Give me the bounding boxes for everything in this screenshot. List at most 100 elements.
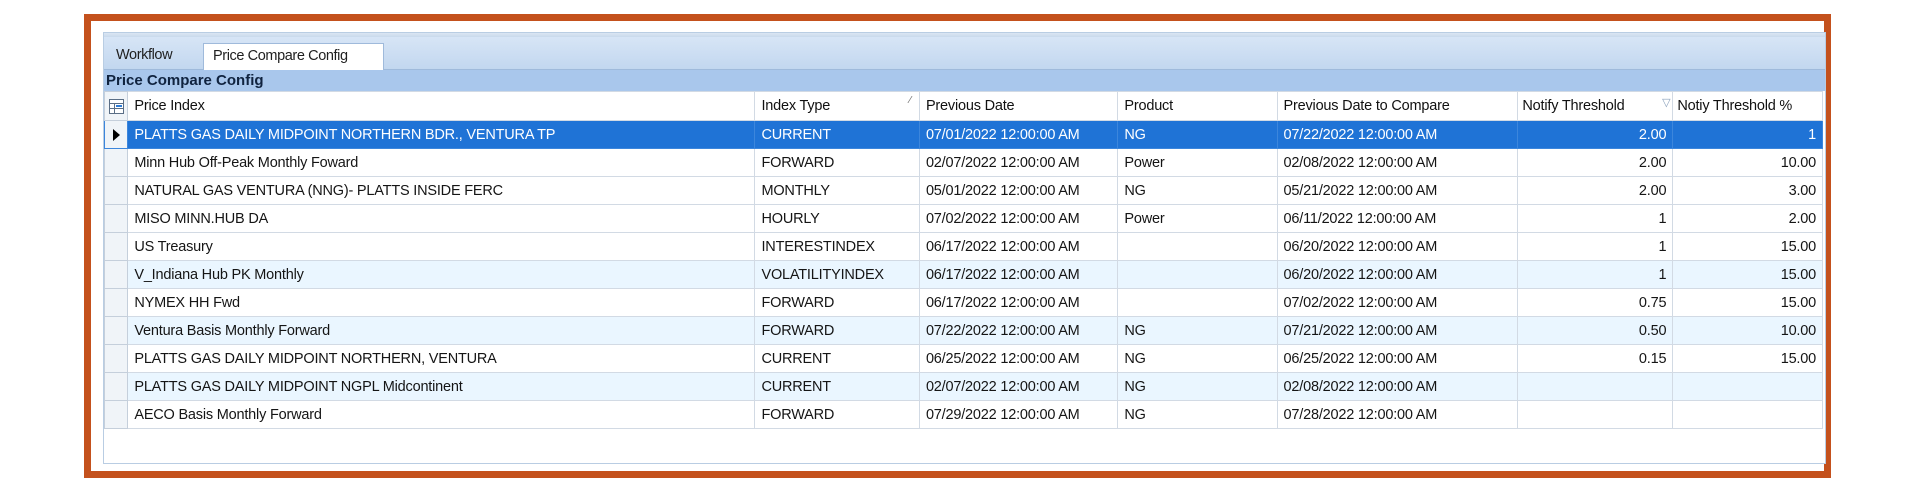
cell-notiy-threshold-pct[interactable]: 1 (1672, 120, 1823, 149)
cell-index-type[interactable]: CURRENT (754, 372, 920, 401)
tab-workflow[interactable]: Workflow (107, 43, 201, 69)
filter-icon[interactable]: ▽ (1662, 96, 1670, 109)
row-indicator[interactable] (103, 316, 129, 345)
cell-notify-threshold[interactable]: 1 (1517, 260, 1674, 289)
table-row[interactable]: MISO MINN.HUB DA HOURLY 07/02/2022 12:00… (103, 204, 1823, 233)
cell-previous-date-to-compare[interactable]: 07/22/2022 12:00:00 AM (1276, 120, 1519, 149)
cell-product[interactable]: NG (1117, 176, 1278, 205)
cell-notiy-threshold-pct[interactable]: 10.00 (1672, 316, 1823, 345)
cell-notify-threshold[interactable]: 0.50 (1517, 316, 1674, 345)
cell-previous-date-to-compare[interactable]: 06/25/2022 12:00:00 AM (1276, 344, 1519, 373)
cell-notiy-threshold-pct[interactable]: 15.00 (1672, 232, 1823, 261)
cell-notiy-threshold-pct[interactable]: 15.00 (1672, 344, 1823, 373)
cell-price-index[interactable]: AECO Basis Monthly Forward (127, 400, 756, 429)
cell-index-type[interactable]: VOLATILITYINDEX (754, 260, 920, 289)
cell-notiy-threshold-pct[interactable] (1672, 400, 1823, 429)
cell-index-type[interactable]: INTERESTINDEX (754, 232, 920, 261)
cell-previous-date-to-compare[interactable]: 06/20/2022 12:00:00 AM (1276, 260, 1519, 289)
table-row[interactable]: NYMEX HH Fwd FORWARD 06/17/2022 12:00:00… (103, 288, 1823, 317)
cell-notify-threshold[interactable]: 2.00 (1517, 148, 1674, 177)
col-notify-threshold[interactable]: Notify Threshold ▽ (1517, 91, 1674, 121)
cell-product[interactable] (1117, 232, 1278, 261)
tab-price-compare-config[interactable]: Price Compare Config (203, 43, 384, 70)
cell-product[interactable]: NG (1117, 120, 1278, 149)
cell-previous-date-to-compare[interactable]: 07/02/2022 12:00:00 AM (1276, 288, 1519, 317)
cell-index-type[interactable]: CURRENT (754, 120, 920, 149)
cell-previous-date[interactable]: 07/02/2022 12:00:00 AM (918, 204, 1119, 233)
cell-price-index[interactable]: PLATTS GAS DAILY MIDPOINT NGPL Midcontin… (127, 372, 756, 401)
row-indicator[interactable] (103, 372, 129, 401)
cell-product[interactable]: NG (1117, 372, 1278, 401)
cell-price-index[interactable]: US Treasury (127, 232, 756, 261)
cell-index-type[interactable]: FORWARD (754, 288, 920, 317)
row-indicator[interactable] (103, 148, 129, 177)
cell-notify-threshold[interactable]: 0.15 (1517, 344, 1674, 373)
cell-notiy-threshold-pct[interactable] (1672, 372, 1823, 401)
row-indicator[interactable] (103, 344, 129, 373)
cell-previous-date[interactable]: 06/17/2022 12:00:00 AM (918, 260, 1119, 289)
row-indicator[interactable] (103, 400, 129, 429)
cell-notify-threshold[interactable]: 1 (1517, 204, 1674, 233)
cell-product[interactable]: NG (1117, 316, 1278, 345)
cell-price-index[interactable]: NYMEX HH Fwd (127, 288, 756, 317)
row-indicator[interactable] (103, 260, 129, 289)
cell-notify-threshold[interactable] (1517, 372, 1674, 401)
cell-notify-threshold[interactable]: 2.00 (1517, 120, 1674, 149)
cell-previous-date-to-compare[interactable]: 07/28/2022 12:00:00 AM (1276, 400, 1519, 429)
cell-notify-threshold[interactable] (1517, 400, 1674, 429)
cell-previous-date-to-compare[interactable]: 07/21/2022 12:00:00 AM (1276, 316, 1519, 345)
cell-product[interactable]: NG (1117, 400, 1278, 429)
cell-previous-date[interactable]: 07/29/2022 12:00:00 AM (918, 400, 1119, 429)
row-indicator[interactable] (103, 288, 129, 317)
cell-index-type[interactable]: HOURLY (754, 204, 920, 233)
cell-index-type[interactable]: FORWARD (754, 316, 920, 345)
cell-notify-threshold[interactable]: 1 (1517, 232, 1674, 261)
cell-notiy-threshold-pct[interactable]: 15.00 (1672, 288, 1823, 317)
cell-previous-date[interactable]: 06/25/2022 12:00:00 AM (918, 344, 1119, 373)
cell-price-index[interactable]: PLATTS GAS DAILY MIDPOINT NORTHERN BDR.,… (127, 120, 756, 149)
cell-previous-date-to-compare[interactable]: 06/11/2022 12:00:00 AM (1276, 204, 1519, 233)
cell-product[interactable]: Power (1117, 204, 1278, 233)
cell-index-type[interactable]: MONTHLY (754, 176, 920, 205)
col-notiy-threshold-pct[interactable]: Notiy Threshold % (1672, 91, 1823, 121)
table-row[interactable]: US Treasury INTERESTINDEX 06/17/2022 12:… (103, 232, 1823, 261)
table-row[interactable]: AECO Basis Monthly Forward FORWARD 07/29… (103, 400, 1823, 429)
row-indicator[interactable] (103, 176, 129, 205)
col-product[interactable]: Product (1117, 91, 1278, 121)
cell-index-type[interactable]: FORWARD (754, 400, 920, 429)
table-row[interactable]: PLATTS GAS DAILY MIDPOINT NORTHERN BDR.,… (103, 120, 1823, 149)
col-price-index[interactable]: Price Index (127, 91, 756, 121)
table-row[interactable]: PLATTS GAS DAILY MIDPOINT NGPL Midcontin… (103, 372, 1823, 401)
cell-index-type[interactable]: CURRENT (754, 344, 920, 373)
table-row[interactable]: Ventura Basis Monthly Forward FORWARD 07… (103, 316, 1823, 345)
cell-product[interactable] (1117, 288, 1278, 317)
cell-previous-date-to-compare[interactable]: 02/08/2022 12:00:00 AM (1276, 148, 1519, 177)
table-row[interactable]: Minn Hub Off-Peak Monthly Foward FORWARD… (103, 148, 1823, 177)
cell-notiy-threshold-pct[interactable]: 3.00 (1672, 176, 1823, 205)
cell-previous-date[interactable]: 06/17/2022 12:00:00 AM (918, 232, 1119, 261)
cell-index-type[interactable]: FORWARD (754, 148, 920, 177)
cell-previous-date[interactable]: 07/22/2022 12:00:00 AM (918, 316, 1119, 345)
col-index-type[interactable]: Index Type ⁄ (754, 91, 920, 121)
cell-notify-threshold[interactable]: 2.00 (1517, 176, 1674, 205)
cell-price-index[interactable]: Minn Hub Off-Peak Monthly Foward (127, 148, 756, 177)
cell-product[interactable] (1117, 260, 1278, 289)
cell-price-index[interactable]: Ventura Basis Monthly Forward (127, 316, 756, 345)
table-row[interactable]: V_Indiana Hub PK Monthly VOLATILITYINDEX… (103, 260, 1823, 289)
cell-notify-threshold[interactable]: 0.75 (1517, 288, 1674, 317)
cell-notiy-threshold-pct[interactable]: 2.00 (1672, 204, 1823, 233)
cell-previous-date-to-compare[interactable]: 02/08/2022 12:00:00 AM (1276, 372, 1519, 401)
cell-previous-date-to-compare[interactable]: 06/20/2022 12:00:00 AM (1276, 232, 1519, 261)
cell-price-index[interactable]: NATURAL GAS VENTURA (NNG)- PLATTS INSIDE… (127, 176, 756, 205)
cell-notiy-threshold-pct[interactable]: 15.00 (1672, 260, 1823, 289)
cell-price-index[interactable]: V_Indiana Hub PK Monthly (127, 260, 756, 289)
col-previous-date-to-compare[interactable]: Previous Date to Compare (1276, 91, 1519, 121)
table-row[interactable]: PLATTS GAS DAILY MIDPOINT NORTHERN, VENT… (103, 344, 1823, 373)
column-chooser-button[interactable] (103, 91, 129, 121)
table-row[interactable]: NATURAL GAS VENTURA (NNG)- PLATTS INSIDE… (103, 176, 1823, 205)
cell-notiy-threshold-pct[interactable]: 10.00 (1672, 148, 1823, 177)
cell-previous-date[interactable]: 02/07/2022 12:00:00 AM (918, 148, 1119, 177)
cell-previous-date[interactable]: 05/01/2022 12:00:00 AM (918, 176, 1119, 205)
cell-previous-date[interactable]: 06/17/2022 12:00:00 AM (918, 288, 1119, 317)
cell-previous-date[interactable]: 02/07/2022 12:00:00 AM (918, 372, 1119, 401)
